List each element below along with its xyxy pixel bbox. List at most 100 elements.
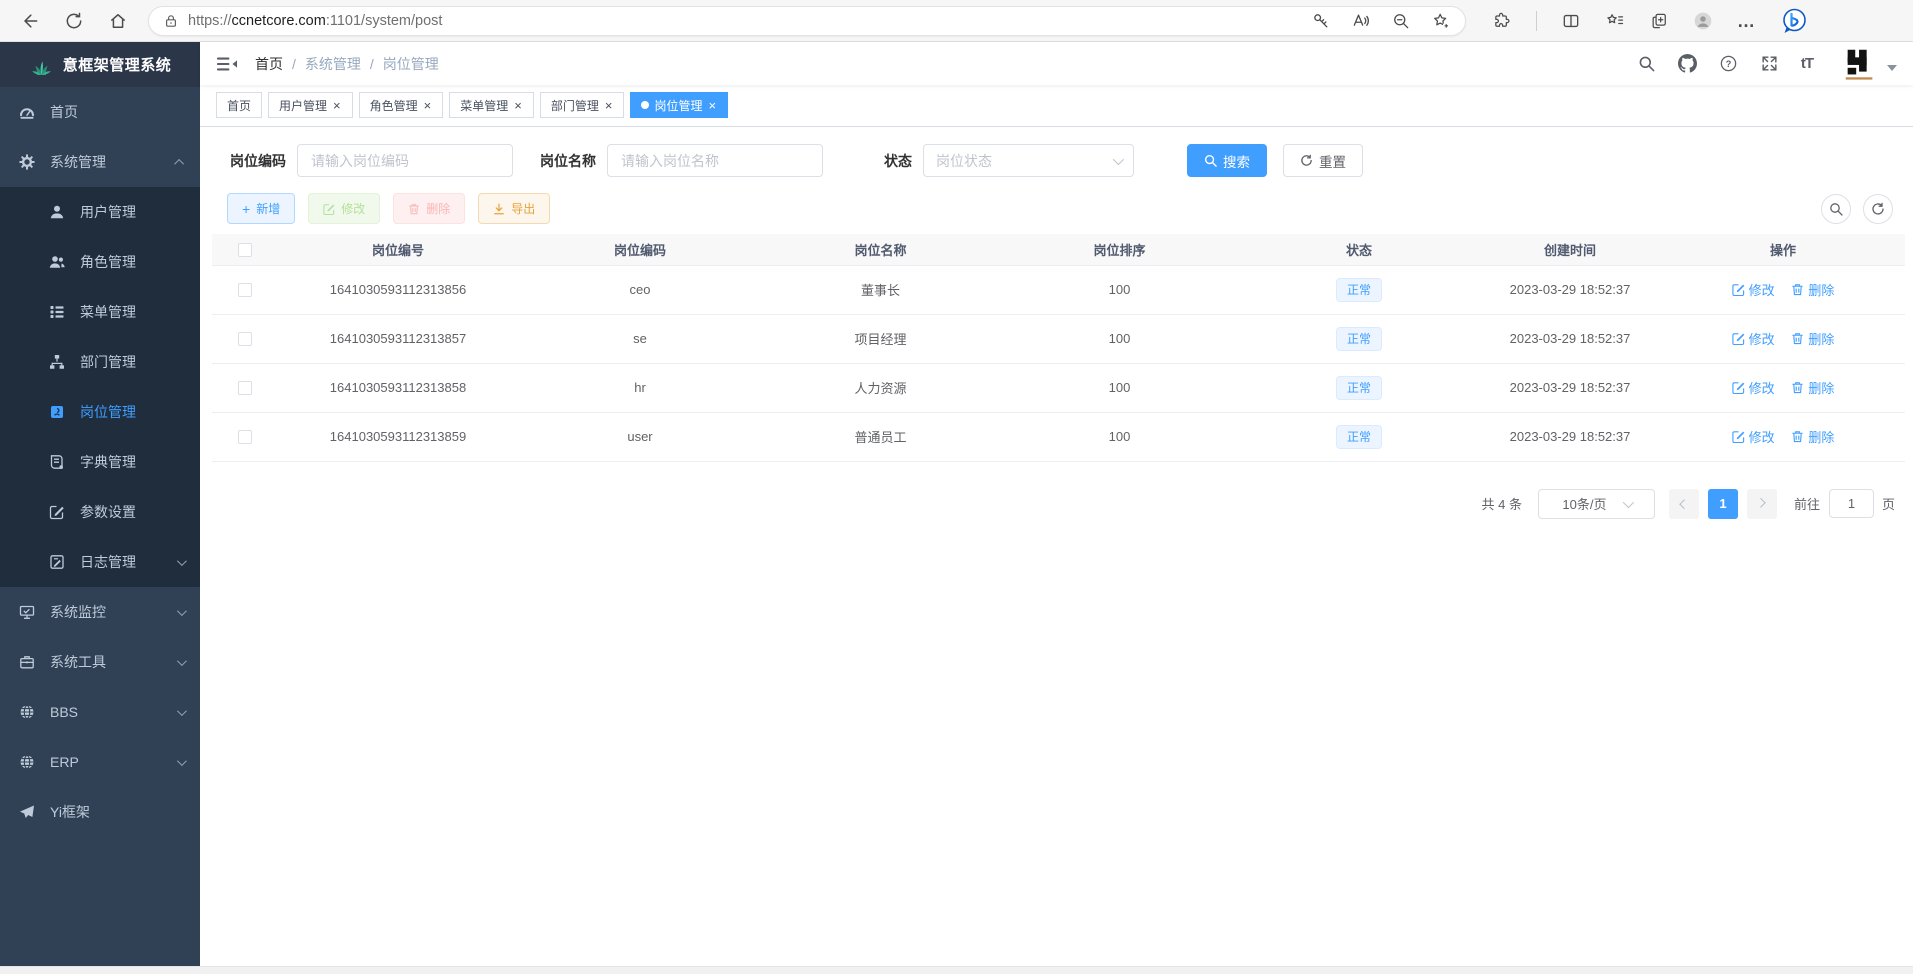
row-edit-link[interactable]: 修改 xyxy=(1732,427,1775,446)
tab-close-icon[interactable]: × xyxy=(332,99,342,112)
tab-dept-mgmt[interactable]: 部门管理 × xyxy=(540,92,625,118)
sidebar-item-user-mgmt[interactable]: 用户管理 xyxy=(0,187,200,237)
search-button[interactable]: 搜索 xyxy=(1187,144,1267,177)
page-number-button[interactable]: 1 xyxy=(1708,489,1738,519)
status-badge: 正常 xyxy=(1336,376,1382,400)
search-button-label: 搜索 xyxy=(1223,151,1250,171)
sidebar-item-erp[interactable]: ERP xyxy=(0,737,200,787)
tab-user-mgmt[interactable]: 用户管理 × xyxy=(268,92,353,118)
new-tab-copy-icon[interactable] xyxy=(1649,11,1669,31)
user-menu[interactable] xyxy=(1841,45,1897,83)
chevron-down-icon xyxy=(177,556,187,566)
sidebar-item-log-mgmt[interactable]: 日志管理 xyxy=(0,537,200,587)
edit-pencil-icon xyxy=(1732,381,1745,394)
browser-home-icon[interactable] xyxy=(108,11,128,31)
delete-button[interactable]: 删除 xyxy=(393,193,465,224)
tab-close-icon[interactable]: × xyxy=(423,99,433,112)
font-size-icon[interactable]: tT xyxy=(1801,55,1813,72)
tab-menu-mgmt[interactable]: 菜单管理 × xyxy=(449,92,534,118)
row-delete-link[interactable]: 删除 xyxy=(1791,329,1834,348)
sidebar-item-param-settings[interactable]: 参数设置 xyxy=(0,487,200,537)
column-header-post-name: 岗位名称 xyxy=(761,234,1000,265)
page-size-select[interactable]: 10条/页 xyxy=(1538,489,1655,519)
reset-button[interactable]: 重置 xyxy=(1283,144,1363,177)
chevron-left-icon xyxy=(1680,499,1690,509)
edit-button[interactable]: 修改 xyxy=(308,193,380,224)
status-badge: 正常 xyxy=(1336,278,1382,302)
sidebar-item-post-mgmt[interactable]: 岗位管理 xyxy=(0,387,200,437)
help-icon[interactable]: ? xyxy=(1719,54,1738,73)
browser-back-icon[interactable] xyxy=(20,11,40,31)
read-aloud-icon[interactable] xyxy=(1351,11,1371,31)
sidebar-item-label: 部门管理 xyxy=(80,352,184,372)
header-search-icon[interactable] xyxy=(1637,54,1656,73)
tab-home[interactable]: 首页 xyxy=(216,92,262,118)
address-bar[interactable]: https://ccnetcore.com:1101/system/post xyxy=(148,6,1466,36)
tab-post-mgmt[interactable]: 岗位管理 × xyxy=(630,92,728,118)
post-name-input[interactable] xyxy=(607,144,823,177)
sidebar-collapse-icon[interactable] xyxy=(216,54,238,74)
collections-icon[interactable] xyxy=(1605,11,1625,31)
breadcrumb-section[interactable]: 系统管理 xyxy=(305,54,361,74)
site-lock-icon[interactable] xyxy=(163,13,179,29)
sidebar-item-yi-framework[interactable]: Yi框架 xyxy=(0,787,200,837)
add-favorite-star-icon[interactable] xyxy=(1431,11,1451,31)
cell-post-name: 项目经理 xyxy=(761,314,1000,363)
status-select[interactable]: 岗位状态 xyxy=(923,144,1134,177)
cell-post-sort: 100 xyxy=(1000,412,1239,461)
chevron-right-icon xyxy=(1756,498,1766,508)
select-all-checkbox[interactable] xyxy=(238,243,252,257)
add-button[interactable]: + 新增 xyxy=(227,193,295,224)
sidebar-item-dept-mgmt[interactable]: 部门管理 xyxy=(0,337,200,387)
browser-more-menu-icon[interactable]: … xyxy=(1737,16,1756,26)
row-delete-link[interactable]: 删除 xyxy=(1791,280,1834,299)
row-checkbox[interactable] xyxy=(238,381,252,395)
password-key-icon[interactable] xyxy=(1311,11,1331,31)
sidebar-item-tools[interactable]: 系统工具 xyxy=(0,637,200,687)
user-avatar[interactable] xyxy=(1841,45,1879,83)
row-checkbox[interactable] xyxy=(238,332,252,346)
prev-page-button[interactable] xyxy=(1669,489,1699,519)
chevron-down-icon xyxy=(177,706,187,716)
delete-link-label: 删除 xyxy=(1808,378,1834,397)
sidebar-item-dict-mgmt[interactable]: 字典管理 xyxy=(0,437,200,487)
github-icon[interactable] xyxy=(1678,54,1697,73)
browser-profile-avatar[interactable] xyxy=(1693,11,1713,31)
toggle-search-button[interactable] xyxy=(1821,194,1851,224)
edit-button-label: 修改 xyxy=(341,200,365,217)
cell-post-sort: 100 xyxy=(1000,314,1239,363)
tab-close-icon[interactable]: × xyxy=(604,99,614,112)
edit-link-label: 修改 xyxy=(1749,329,1775,348)
sidebar-item-system[interactable]: 系统管理 xyxy=(0,137,200,187)
sidebar-item-home[interactable]: 首页 xyxy=(0,87,200,137)
tab-role-mgmt[interactable]: 角色管理 × xyxy=(359,92,444,118)
tab-close-icon[interactable]: × xyxy=(707,99,717,112)
goto-page-input[interactable] xyxy=(1829,489,1874,518)
row-edit-link[interactable]: 修改 xyxy=(1732,329,1775,348)
export-button[interactable]: 导出 xyxy=(478,193,550,224)
zoom-out-icon[interactable] xyxy=(1391,11,1411,31)
row-edit-link[interactable]: 修改 xyxy=(1732,378,1775,397)
browser-refresh-icon[interactable] xyxy=(64,11,84,31)
trash-icon xyxy=(1791,381,1804,394)
post-code-input[interactable] xyxy=(297,144,513,177)
bing-chat-icon[interactable] xyxy=(1780,7,1808,35)
refresh-table-button[interactable] xyxy=(1863,194,1893,224)
tab-close-icon[interactable]: × xyxy=(513,99,523,112)
breadcrumb-home[interactable]: 首页 xyxy=(255,54,283,74)
horizontal-scrollbar[interactable] xyxy=(0,966,1913,974)
row-delete-link[interactable]: 删除 xyxy=(1791,427,1834,446)
url-text[interactable]: https://ccnetcore.com:1101/system/post xyxy=(188,13,1311,29)
sidebar-item-monitor[interactable]: 系统监控 xyxy=(0,587,200,637)
sidebar-item-role-mgmt[interactable]: 角色管理 xyxy=(0,237,200,287)
sidebar-item-menu-mgmt[interactable]: 菜单管理 xyxy=(0,287,200,337)
row-checkbox[interactable] xyxy=(238,283,252,297)
next-page-button[interactable] xyxy=(1747,489,1777,519)
row-checkbox[interactable] xyxy=(238,430,252,444)
split-screen-icon[interactable] xyxy=(1561,11,1581,31)
row-delete-link[interactable]: 删除 xyxy=(1791,378,1834,397)
row-edit-link[interactable]: 修改 xyxy=(1732,280,1775,299)
sidebar-item-bbs[interactable]: BBS xyxy=(0,687,200,737)
extensions-puzzle-icon[interactable] xyxy=(1492,11,1512,31)
fullscreen-icon[interactable] xyxy=(1760,54,1779,73)
